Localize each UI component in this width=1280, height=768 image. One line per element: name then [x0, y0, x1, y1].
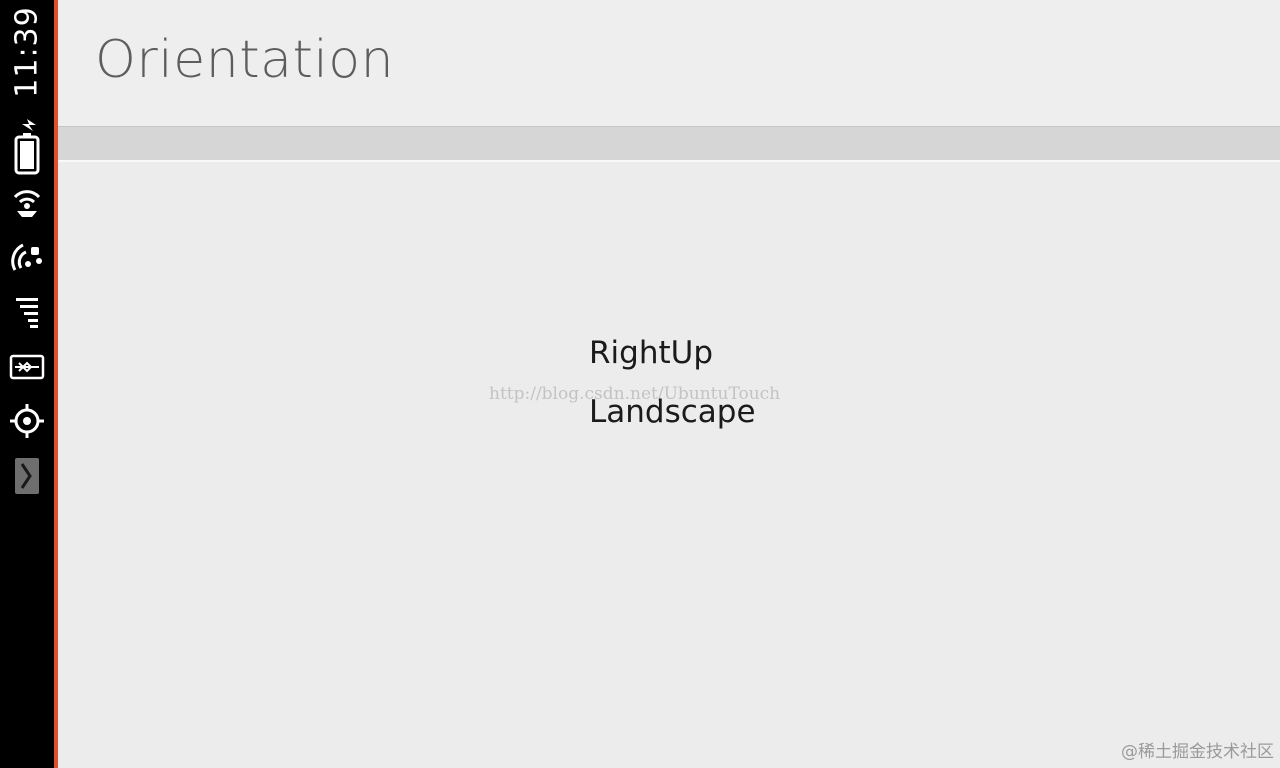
location-icon[interactable]	[5, 401, 49, 441]
status-time: 11:39	[9, 6, 45, 98]
page-title: Orientation	[95, 30, 395, 90]
wifi-icon[interactable]	[5, 238, 49, 278]
header-tab-strip	[58, 127, 1280, 160]
orientation-label: Landscape	[589, 394, 756, 430]
battery-charging-icon[interactable]	[5, 119, 49, 175]
corner-watermark: @稀土掘金技术社区	[1121, 742, 1274, 762]
launcher-chevron-icon[interactable]	[5, 456, 49, 496]
status-bar: 11:39	[0, 0, 54, 768]
bluetooth-icon[interactable]	[5, 347, 49, 387]
rotation-label: RightUp	[589, 335, 713, 371]
cellular-signal-icon[interactable]	[5, 292, 49, 332]
main-content: RightUp http://blog.csdn.net/UbuntuTouch…	[58, 162, 1280, 768]
page-header: Orientation	[58, 0, 1280, 126]
app-window: Orientation RightUp http://blog.csdn.net…	[58, 0, 1280, 768]
speaker-icon[interactable]	[5, 185, 49, 225]
